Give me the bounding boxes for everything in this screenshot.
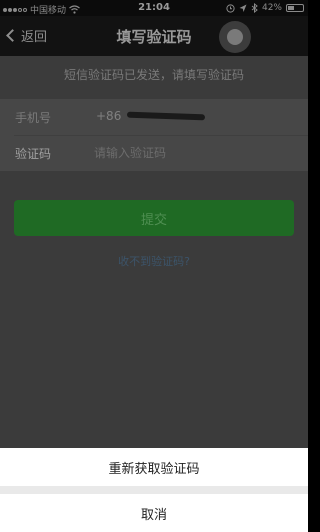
phone-row: 手机号 +86 [0, 99, 308, 135]
code-label: 验证码 [15, 147, 52, 161]
battery-icon [286, 4, 304, 12]
phone-label: 手机号 [15, 111, 52, 125]
page-title: 填写验证码 [116, 28, 192, 46]
status-bar: 中国移动 21:04 42% [0, 0, 308, 16]
bluetooth-icon [251, 3, 258, 13]
code-input[interactable] [94, 141, 294, 165]
submit-button[interactable]: 提交 [14, 200, 294, 236]
verification-form: 手机号 +86 验证码 [0, 99, 308, 171]
nav-bar: 返回 填写验证码 [0, 16, 308, 56]
location-icon [239, 4, 247, 12]
battery-level [288, 6, 294, 10]
status-right: 42% [226, 3, 304, 13]
sms-sent-notice: 短信验证码已发送，请填写验证码 [63, 68, 244, 82]
phone-number: +86 [96, 109, 206, 123]
alarm-icon [226, 3, 235, 13]
assistive-touch-button[interactable] [219, 21, 251, 53]
battery-percent: 42% [261, 3, 282, 13]
verification-page: 短信验证码已发送，请填写验证码 手机号 +86 验证码 提交 收不到验证码? [0, 56, 308, 448]
code-row: 验证码 [0, 135, 308, 171]
resend-code-button[interactable]: 重新获取验证码 [0, 448, 308, 486]
country-code: +86 [96, 109, 122, 123]
redacted-phone-scribble [127, 111, 206, 121]
no-code-help-link[interactable]: 收不到验证码? [0, 253, 308, 269]
cancel-button[interactable]: 取消 [0, 494, 308, 532]
action-sheet: 重新获取验证码 取消 [0, 448, 308, 532]
